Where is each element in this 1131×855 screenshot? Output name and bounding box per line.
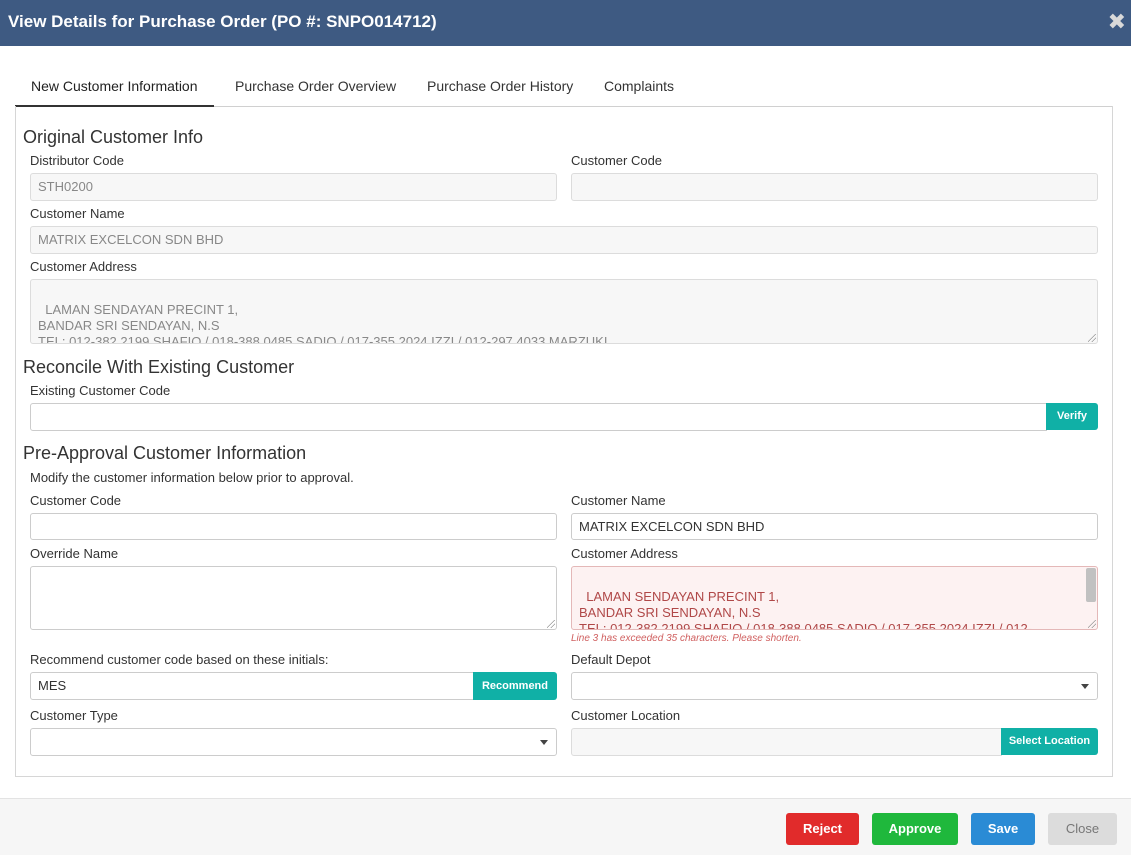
pre-approval-subtitle: Modify the customer information below pr… xyxy=(30,470,354,485)
recommend-button[interactable]: Recommend xyxy=(473,672,557,700)
customer-type-select[interactable] xyxy=(30,728,557,756)
original-customer-name-field[interactable]: MATRIX EXCELCON SDN BHD xyxy=(30,226,1098,254)
tab-purchase-order-history[interactable]: Purchase Order History xyxy=(411,68,589,107)
existing-customer-code-label: Existing Customer Code xyxy=(30,383,171,398)
customer-code-label: Customer Code xyxy=(30,493,122,508)
pre-approval-title: Pre-Approval Customer Information xyxy=(23,443,307,463)
select-location-button[interactable]: Select Location xyxy=(1001,728,1098,755)
customer-name-input[interactable]: MATRIX EXCELCON SDN BHD xyxy=(571,513,1098,540)
distributor-code-label: Distributor Code xyxy=(30,153,124,168)
override-name-input[interactable] xyxy=(30,566,557,630)
initials-input[interactable]: MES xyxy=(30,672,474,700)
modal-header: View Details for Purchase Order (PO #: S… xyxy=(0,0,1131,46)
resize-handle[interactable] xyxy=(1088,620,1096,628)
chevron-down-icon xyxy=(540,740,548,745)
existing-customer-code-input[interactable] xyxy=(30,403,1047,431)
original-customer-name-label: Customer Name xyxy=(30,206,125,221)
customer-location-label: Customer Location xyxy=(571,708,681,723)
default-depot-select[interactable] xyxy=(571,672,1098,700)
approve-button[interactable]: Approve xyxy=(872,813,958,845)
tab-bar: New Customer Information Purchase Order … xyxy=(15,68,1113,107)
original-customer-address-field[interactable]: LAMAN SENDAYAN PRECINT 1, BANDAR SRI SEN… xyxy=(30,279,1098,344)
customer-location-field[interactable] xyxy=(571,728,1002,756)
scrollbar[interactable] xyxy=(1086,568,1096,602)
customer-address-input[interactable]: LAMAN SENDAYAN PRECINT 1, BANDAR SRI SEN… xyxy=(571,566,1098,630)
override-name-label: Override Name xyxy=(30,546,119,561)
verify-button[interactable]: Verify xyxy=(1046,403,1098,430)
tab-new-customer-information[interactable]: New Customer Information xyxy=(15,68,214,107)
modal-footer: Reject Approve Save Close xyxy=(0,798,1131,855)
chevron-down-icon xyxy=(1081,684,1089,689)
original-customer-info-title: Original Customer Info xyxy=(23,127,204,147)
resize-handle[interactable] xyxy=(547,620,555,628)
customer-code-input[interactable] xyxy=(30,513,557,540)
customer-address-text: LAMAN SENDAYAN PRECINT 1, BANDAR SRI SEN… xyxy=(579,589,1033,630)
save-button[interactable]: Save xyxy=(971,813,1035,845)
close-icon[interactable]: ✖ xyxy=(1108,10,1126,34)
reconcile-title: Reconcile With Existing Customer xyxy=(23,357,295,377)
customer-address-label: Customer Address xyxy=(571,546,678,561)
modal-title: View Details for Purchase Order (PO #: S… xyxy=(8,12,437,31)
tab-purchase-order-overview[interactable]: Purchase Order Overview xyxy=(219,68,412,107)
reject-button[interactable]: Reject xyxy=(786,813,859,845)
customer-type-label: Customer Type xyxy=(30,708,118,723)
address-error-message: Line 3 has exceeded 35 characters. Pleas… xyxy=(571,633,802,644)
distributor-code-field[interactable]: STH0200 xyxy=(30,173,557,201)
recommend-label: Recommend customer code based on these i… xyxy=(30,652,329,667)
resize-handle[interactable] xyxy=(1088,334,1096,342)
original-customer-address-text: LAMAN SENDAYAN PRECINT 1, BANDAR SRI SEN… xyxy=(38,302,608,344)
original-customer-code-field[interactable] xyxy=(571,173,1098,201)
default-depot-label: Default Depot xyxy=(571,652,651,667)
customer-name-label: Customer Name xyxy=(571,493,666,508)
original-customer-code-label: Customer Code xyxy=(571,153,663,168)
original-customer-address-label: Customer Address xyxy=(30,259,137,274)
tab-complaints[interactable]: Complaints xyxy=(588,68,690,107)
close-button[interactable]: Close xyxy=(1048,813,1117,845)
